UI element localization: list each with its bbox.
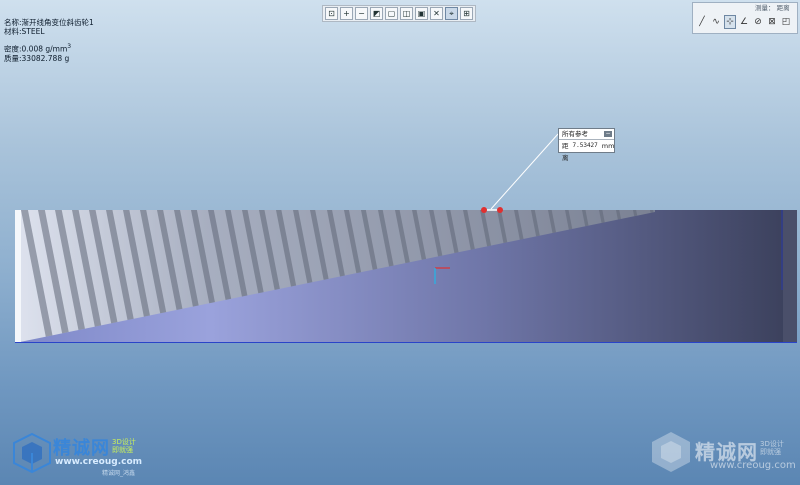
watermark-right-url: www.creoug.com	[710, 460, 796, 471]
diameter-icon[interactable]: ⊘	[752, 15, 764, 29]
density-exponent: 3	[67, 43, 72, 50]
gear-right-face	[783, 210, 797, 343]
transform-icon[interactable]: ⊠	[766, 15, 778, 29]
repaint-icon[interactable]: ◩	[370, 7, 383, 20]
view-orient-icon[interactable]: ▢	[385, 7, 398, 20]
callout-row: 距离 7.53427 mm	[559, 140, 615, 162]
gear-model-viewport[interactable]	[15, 210, 797, 343]
datum-display-icon[interactable]: ✕	[430, 7, 443, 20]
angle-icon[interactable]: ∠	[738, 15, 750, 29]
model-name: 名称:渐开线角变位斜齿轮1	[4, 18, 94, 27]
watermark-left: 精诚网 3D设计 即就强 www.creoug.com 精诚网_鸿鑫	[12, 432, 172, 478]
density-value: 密度:0.008 g/mm	[4, 44, 68, 54]
zoom-fit-icon[interactable]: ⊡	[325, 7, 338, 20]
minimize-icon[interactable]: −	[604, 131, 612, 137]
watermark-right-tag-line2: 即就强	[760, 448, 781, 456]
model-info-panel: 名称:渐开线角变位斜齿轮1 材料:STEEL 密度:0.008 g/mm3 质量…	[4, 18, 94, 63]
leader-line	[490, 133, 559, 210]
watermark-left-tag-line1: 3D设计	[112, 438, 136, 446]
watermark-right-tag: 3D设计 即就强	[760, 440, 784, 456]
cube-logo-icon	[652, 432, 690, 472]
watermark-left-url: www.creoug.com	[55, 457, 143, 467]
curve-icon[interactable]: ∿	[710, 15, 722, 29]
measure-panel: 测量： 距离 ╱ ∿ ⊹ ∠ ⊘ ⊠ ◰	[692, 2, 798, 34]
distance-icon[interactable]: ⊹	[724, 15, 736, 29]
watermark-right-tag-line1: 3D设计	[760, 440, 784, 448]
view-toolbar: ⊡ + − ◩ ▢ ◫ ▣ ✕ ⌖ ⊞	[322, 5, 476, 22]
watermark-left-tag: 3D设计 即就强	[112, 438, 136, 454]
display-style-icon[interactable]: ▣	[415, 7, 428, 20]
saved-views-icon[interactable]: ◫	[400, 7, 413, 20]
zoom-in-icon[interactable]: +	[340, 7, 353, 20]
measure-panel-header: 测量： 距离	[755, 4, 790, 12]
measure-icon[interactable]: ⌖	[445, 7, 458, 20]
model-mass: 质量:33082.788 g	[4, 53, 70, 63]
callout-value: 7.53427	[572, 142, 598, 149]
area-icon[interactable]: ◰	[780, 15, 792, 29]
watermark-right: 精诚网 3D设计 即就强 www.creoug.com	[650, 430, 796, 478]
callout-unit: mm	[601, 142, 615, 150]
gear-model[interactable]	[15, 210, 797, 343]
watermark-left-tag-line2: 即就强	[112, 446, 133, 454]
annotation-icon[interactable]: ⊞	[460, 7, 473, 20]
callout-title: 所有参考	[562, 130, 588, 138]
zoom-out-icon[interactable]: −	[355, 7, 368, 20]
callout-label: 距离	[562, 142, 569, 162]
watermark-left-sub: 精诚网_鸿鑫	[102, 470, 136, 477]
model-density: 密度:0.008 g/mm3	[4, 42, 94, 54]
gear-left-face	[15, 210, 21, 343]
cube-logo-icon	[13, 432, 51, 474]
measure-callout[interactable]: 所有参考 − 距离 7.53427 mm	[558, 128, 615, 162]
measure-tools: ╱ ∿ ⊹ ∠ ⊘ ⊠ ◰	[693, 14, 797, 30]
model-material: 材料:STEEL	[4, 27, 45, 36]
callout-header: 所有参考 −	[559, 129, 614, 140]
length-icon[interactable]: ╱	[696, 15, 708, 29]
